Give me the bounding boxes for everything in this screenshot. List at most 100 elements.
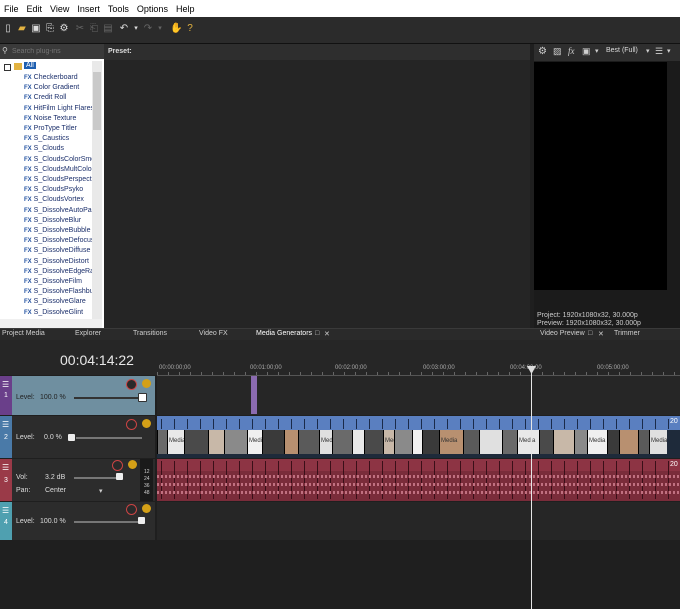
track-header-video-1[interactable]: ☰ 1 Level: 100.0 % <box>0 376 155 415</box>
redo-icon[interactable]: ↷ <box>142 23 154 35</box>
clip-boundary[interactable] <box>252 419 253 429</box>
track-header-video-4[interactable]: ☰ 4 Level: 100.0 % <box>0 502 155 540</box>
clip-boundary[interactable] <box>330 419 331 429</box>
timeline-empty-area[interactable] <box>0 540 680 609</box>
plugin-item[interactable]: FX S_CloudsPerspecti <box>24 175 92 185</box>
clip-boundary[interactable] <box>200 419 201 429</box>
video-clip-thumbnail[interactable] <box>607 430 619 454</box>
save-icon[interactable]: ▣ <box>30 23 42 35</box>
tree-root-all[interactable]: All <box>24 62 36 69</box>
track-menu-icon[interactable]: ☰ <box>2 506 9 515</box>
clip-boundary[interactable] <box>317 419 318 429</box>
render-icon[interactable]: ⎘ <box>44 23 56 35</box>
clip-boundary[interactable] <box>460 419 461 429</box>
clip-boundary[interactable] <box>668 419 669 429</box>
plugin-item[interactable]: FX S_DissolveDistort <box>24 257 92 267</box>
plugin-item[interactable]: FX Noise Texture <box>24 114 92 124</box>
clip-boundary[interactable] <box>486 419 487 429</box>
plugin-item[interactable]: FX S_Clouds <box>24 144 92 154</box>
clip-boundary[interactable] <box>161 419 162 429</box>
pan-dropdown-icon[interactable]: ▾ <box>99 487 103 495</box>
clip-boundary[interactable] <box>382 419 383 429</box>
volume-slider-knob[interactable] <box>116 473 123 480</box>
volume-slider[interactable] <box>74 477 116 479</box>
clip-boundary[interactable] <box>395 419 396 429</box>
clip-boundary[interactable] <box>577 419 578 429</box>
solo-icon[interactable] <box>142 504 151 513</box>
cut-icon[interactable]: ✂ <box>74 23 86 35</box>
clip-boundary[interactable] <box>499 419 500 429</box>
video-clip-thumbnail[interactable] <box>412 430 422 454</box>
plugin-tree-hscrollbar[interactable] <box>0 319 102 328</box>
level-slider[interactable] <box>74 397 138 399</box>
plugin-item[interactable]: FX HitFilm Light Flares <box>24 104 92 114</box>
plugin-item[interactable]: FX ProType Titler <box>24 124 92 134</box>
solo-icon[interactable] <box>142 379 151 388</box>
preview-menu-dropdown-icon[interactable]: ▾ <box>667 47 671 55</box>
maximize-icon[interactable]: □ <box>315 330 319 337</box>
plugin-item[interactable]: FX S_CloudsColorSmo <box>24 155 92 165</box>
preview-menu-icon[interactable]: ☰ <box>655 46 663 57</box>
track-lane-4[interactable] <box>157 502 680 540</box>
video-clip-thumbnail[interactable] <box>479 430 502 454</box>
video-clip-thumbnail[interactable] <box>539 430 553 454</box>
tab-video-preview[interactable]: Video Preview <box>540 330 585 337</box>
split-screen-icon[interactable]: ▨ <box>553 46 562 57</box>
track-header-audio-3[interactable]: ☰ 3 Vol: 3.2 dB Pan: Center ▾ 12 24 36 4… <box>0 459 155 501</box>
plugin-item[interactable]: FX S_DissolveBlur <box>24 216 92 226</box>
tab-transitions[interactable]: Transitions <box>133 330 167 337</box>
video-clip-thumbnail[interactable]: Media <box>247 430 262 454</box>
video-clip-thumbnail[interactable] <box>352 430 364 454</box>
collapse-toggle-icon[interactable] <box>4 64 11 71</box>
clip-boundary[interactable] <box>369 419 370 429</box>
plugin-item[interactable]: FX Color Gradient <box>24 83 92 93</box>
plugin-item[interactable]: FX Credit Roll <box>24 93 92 103</box>
clip-boundary[interactable] <box>616 419 617 429</box>
quality-dropdown-icon[interactable]: ▾ <box>646 47 650 55</box>
mute-icon[interactable] <box>126 504 137 515</box>
mute-icon[interactable] <box>112 460 123 471</box>
playhead-cursor[interactable] <box>531 366 532 609</box>
menu-view[interactable]: View <box>46 0 73 14</box>
level-slider-knob[interactable] <box>138 517 145 524</box>
video-fx-icon[interactable]: fx <box>568 46 575 56</box>
clip-boundary[interactable] <box>226 419 227 429</box>
preview-settings-icon[interactable]: ⚙ <box>538 46 547 57</box>
plugin-item[interactable]: FX S_DissolveBubble <box>24 226 92 236</box>
undo-dropdown-icon[interactable]: ▾ <box>130 23 142 35</box>
clip-boundary[interactable] <box>356 419 357 429</box>
clip-boundary[interactable] <box>213 419 214 429</box>
tab-explorer[interactable]: Explorer <box>75 330 101 337</box>
clip-boundary[interactable] <box>538 419 539 429</box>
video-clip-thumbnail[interactable] <box>574 430 587 454</box>
video-clip-thumbnail[interactable] <box>394 430 412 454</box>
video-clip-thumbnail[interactable] <box>619 430 638 454</box>
video-clip-thumbnail[interactable]: Media <box>167 430 184 454</box>
redo-dropdown-icon[interactable]: ▾ <box>154 23 166 35</box>
clip-boundary[interactable] <box>278 419 279 429</box>
clip-boundary[interactable] <box>434 419 435 429</box>
hand-tool-icon[interactable]: ✋ <box>170 23 182 35</box>
clip-boundary[interactable] <box>187 419 188 429</box>
plugin-item[interactable]: FX S_DissolveDiffuse <box>24 246 92 256</box>
menu-help[interactable]: Help <box>172 0 199 14</box>
video-clip-thumbnail[interactable]: Media <box>383 430 394 454</box>
tab-project-media[interactable]: Project Media <box>2 330 45 337</box>
clip-boundary[interactable] <box>590 419 591 429</box>
open-folder-icon[interactable]: ▰ <box>16 23 28 35</box>
plugin-item[interactable]: FX S_DissolveFlashbu <box>24 287 92 297</box>
plugin-item[interactable]: FX S_DissolveGlare <box>24 297 92 307</box>
level-slider-knob[interactable] <box>138 393 147 402</box>
plugin-item[interactable]: FX S_CloudsPsyko <box>24 185 92 195</box>
video-clip-thumbnail[interactable] <box>224 430 247 454</box>
plugin-item[interactable]: FX S_DissolveEdgeRa <box>24 267 92 277</box>
video-clip-thumbnail[interactable] <box>262 430 284 454</box>
short-clip[interactable] <box>251 376 257 414</box>
clip-boundary[interactable] <box>408 419 409 429</box>
solo-icon[interactable] <box>142 419 151 428</box>
clip-boundary[interactable] <box>291 419 292 429</box>
video-clip-thumbnail[interactable] <box>638 430 649 454</box>
clip-boundary[interactable] <box>343 419 344 429</box>
video-clip-thumbnail[interactable]: Media <box>517 430 539 454</box>
close-icon[interactable]: ✕ <box>324 330 330 338</box>
